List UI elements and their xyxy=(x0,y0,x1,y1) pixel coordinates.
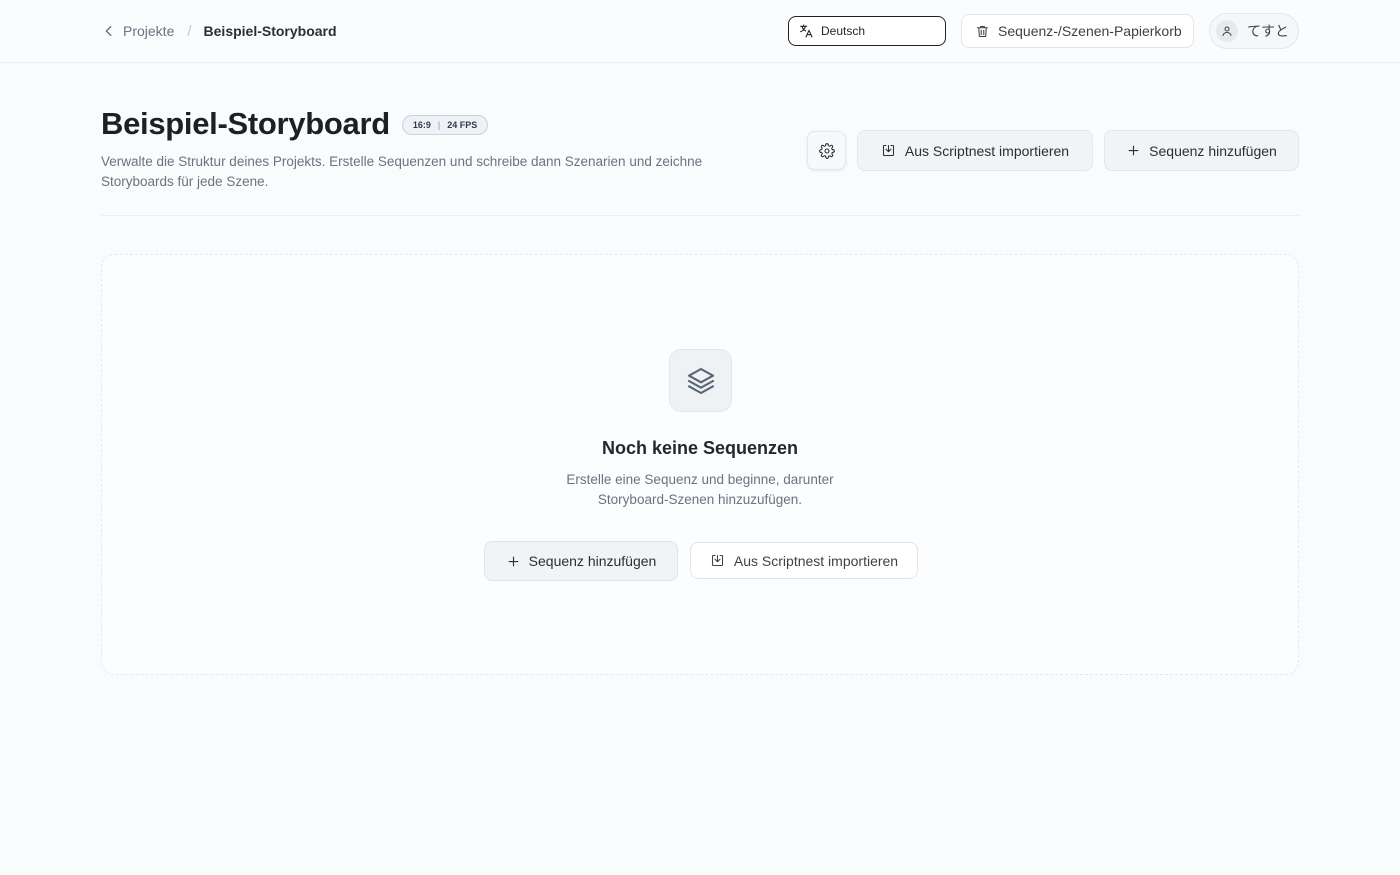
trash-icon xyxy=(976,25,989,37)
language-select[interactable]: Deutsch xyxy=(788,16,946,46)
trash-button-label: Sequenz-/Szenen-Papierkorb xyxy=(998,23,1182,39)
page-subtitle: Verwalte die Struktur deines Projekts. E… xyxy=(101,154,703,189)
empty-state-description: Erstelle eine Sequenz und beginne, darun… xyxy=(566,472,834,507)
aspect-ratio-value: 16:9 xyxy=(412,120,431,130)
plus-icon xyxy=(1128,145,1139,156)
avatar xyxy=(1216,20,1238,42)
page-title: Beispiel-Storyboard xyxy=(101,106,390,141)
user-menu-button[interactable]: てすと xyxy=(1209,13,1299,49)
breadcrumb-current: Beispiel-Storyboard xyxy=(203,23,337,39)
import-from-scriptnest-button[interactable]: Aus Scriptnest importieren xyxy=(857,130,1093,171)
import-icon xyxy=(711,554,723,567)
import-icon xyxy=(882,144,894,157)
import-button-label: Aus Scriptnest importieren xyxy=(904,142,1070,159)
breadcrumb-separator: / xyxy=(187,22,192,40)
settings-button[interactable] xyxy=(807,131,846,170)
format-badge: 16:9 | 24 FPS xyxy=(401,115,489,135)
empty-state-panel: Noch keine Sequenzen Erstelle eine Seque… xyxy=(101,254,1299,675)
chevron-left-icon xyxy=(105,25,112,37)
empty-add-sequence-label: Sequenz hinzufügen xyxy=(528,553,657,569)
add-sequence-button[interactable]: Sequenz hinzufügen xyxy=(1104,130,1299,171)
top-bar: Projekte / Beispiel-Storyboard Deutsch S… xyxy=(0,0,1400,63)
breadcrumb: Projekte / Beispiel-Storyboard xyxy=(102,21,337,41)
breadcrumb-projects-label: Projekte xyxy=(123,23,175,39)
trash-button[interactable]: Sequenz-/Szenen-Papierkorb xyxy=(961,14,1194,48)
user-name: てすと xyxy=(1247,23,1289,39)
empty-import-label: Aus Scriptnest importieren xyxy=(733,552,899,569)
language-select-value: Deutsch xyxy=(821,24,866,38)
translate-icon xyxy=(800,24,813,38)
breadcrumb-back-link[interactable]: Projekte xyxy=(102,23,174,39)
empty-import-from-scriptnest-button[interactable]: Aus Scriptnest importieren xyxy=(690,542,918,579)
user-icon xyxy=(1222,26,1232,36)
empty-state-icon-box xyxy=(669,349,732,412)
layers-icon xyxy=(687,367,714,394)
fps-value: 24 FPS xyxy=(447,120,478,130)
plus-icon xyxy=(508,556,519,566)
gear-icon xyxy=(818,142,835,159)
badge-separator: | xyxy=(437,120,441,130)
add-sequence-label: Sequenz hinzufügen xyxy=(1149,142,1277,159)
empty-state-title: Noch keine Sequenzen xyxy=(601,438,799,458)
empty-add-sequence-button[interactable]: Sequenz hinzufügen xyxy=(484,541,678,581)
